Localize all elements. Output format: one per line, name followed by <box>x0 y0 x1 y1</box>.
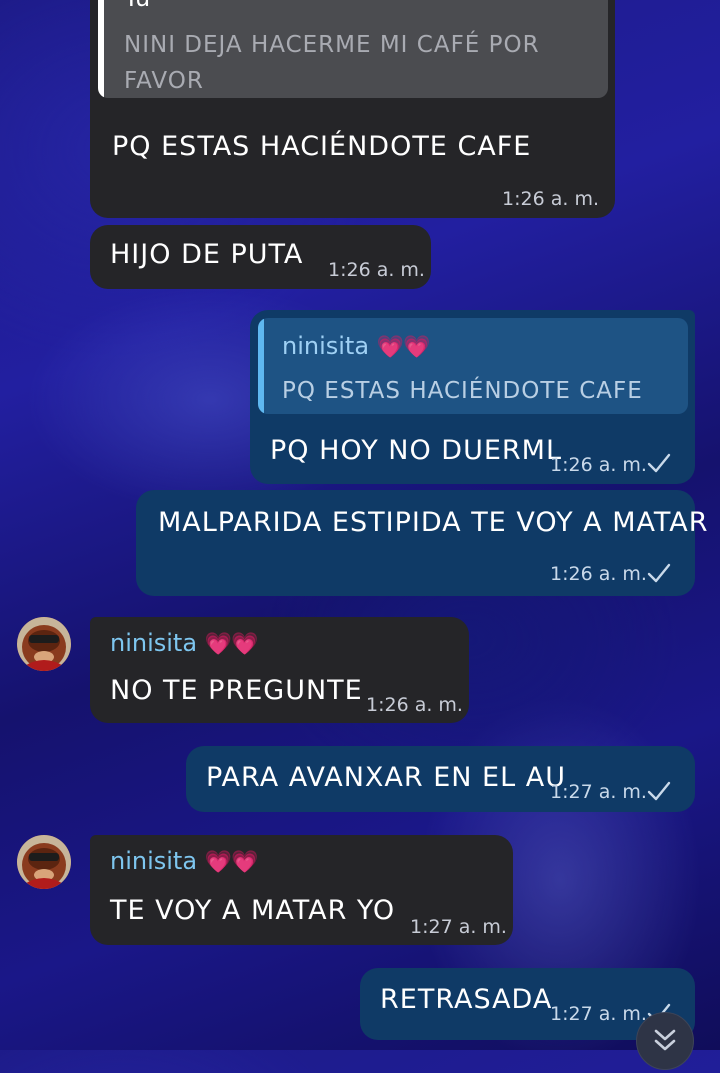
message-bubble-incoming[interactable]: ninisita 💗💗 NO TE PREGUNTE 1:26 a. m. <box>90 617 469 723</box>
reply-quote[interactable]: Tú NINI DEJA HACERME MI CAFÉ POR FAVOR <box>98 0 608 98</box>
reply-text-line1: NINI DEJA HACERME MI CAFÉ POR <box>124 32 540 58</box>
avatar-image <box>17 835 71 889</box>
reply-text: PQ ESTAS HACIÉNDOTE CAFE <box>282 378 643 404</box>
message-time: 1:26 a. m. <box>366 694 463 716</box>
message-text: PARA AVANXAR EN EL AU <box>206 762 566 793</box>
sender-name: ninisita <box>110 629 198 657</box>
sender-name-row: ninisita 💗💗 <box>110 847 259 875</box>
message-text: MALPARIDA ESTIPIDA TE VOY A MATAR <box>158 507 709 538</box>
check-icon <box>647 563 671 583</box>
message-text: NO TE PREGUNTE <box>110 675 363 706</box>
message-text: PQ HOY NO DUERML <box>270 435 563 466</box>
check-icon <box>647 781 671 801</box>
reply-quote[interactable]: ninisita 💗💗 PQ ESTAS HACIÉNDOTE CAFE <box>258 318 688 414</box>
heart-emoji-icon: 💗💗 <box>204 632 259 657</box>
message-bubble-incoming[interactable]: HIJO DE PUTA 1:26 a. m. <box>90 225 431 289</box>
message-bubble-outgoing[interactable]: MALPARIDA ESTIPIDA TE VOY A MATAR 1:26 a… <box>136 490 708 596</box>
message-time: 1:27 a. m. <box>410 916 507 938</box>
check-icon <box>647 453 671 473</box>
message-text: TE VOY A MATAR YO <box>110 895 396 926</box>
avatar-image <box>17 617 71 671</box>
reply-text-line2: FAVOR <box>124 68 204 94</box>
reply-sender: ninisita 💗💗 <box>282 332 431 360</box>
message-time: 1:26 a. m. <box>550 454 647 476</box>
reply-quote-bar <box>258 318 264 414</box>
message-time: 1:26 a. m. <box>502 188 599 210</box>
heart-emoji-icon: 💗💗 <box>376 335 431 360</box>
heart-emoji-icon: 💗💗 <box>204 850 259 875</box>
reply-quote-bar <box>98 0 104 98</box>
sender-name: ninisita <box>110 847 198 875</box>
avatar[interactable] <box>17 835 71 889</box>
avatar[interactable] <box>17 617 71 671</box>
message-text: HIJO DE PUTA <box>110 239 304 270</box>
message-time: 1:26 a. m. <box>328 259 425 281</box>
message-bubble-incoming[interactable]: Tú NINI DEJA HACERME MI CAFÉ POR FAVOR P… <box>90 0 615 218</box>
message-text: RETRASADA <box>380 984 553 1015</box>
reply-sender-name: ninisita <box>282 332 370 360</box>
message-bubble-incoming[interactable]: ninisita 💗💗 TE VOY A MATAR YO 1:27 a. m. <box>90 835 513 945</box>
message-bubble-outgoing[interactable]: PARA AVANXAR EN EL AU 1:27 a. m. <box>186 746 695 812</box>
message-time: 1:27 a. m. <box>550 1003 647 1025</box>
message-bubble-outgoing[interactable]: ninisita 💗💗 PQ ESTAS HACIÉNDOTE CAFE PQ … <box>250 310 695 484</box>
double-chevron-down-icon <box>654 1029 676 1051</box>
scroll-down-button[interactable] <box>636 1012 694 1070</box>
sender-name-row: ninisita 💗💗 <box>110 629 259 657</box>
message-time: 1:27 a. m. <box>550 781 647 803</box>
message-text: PQ ESTAS HACIÉNDOTE CAFE <box>112 131 532 162</box>
message-time: 1:26 a. m. <box>550 563 647 585</box>
reply-sender: Tú <box>124 0 150 12</box>
